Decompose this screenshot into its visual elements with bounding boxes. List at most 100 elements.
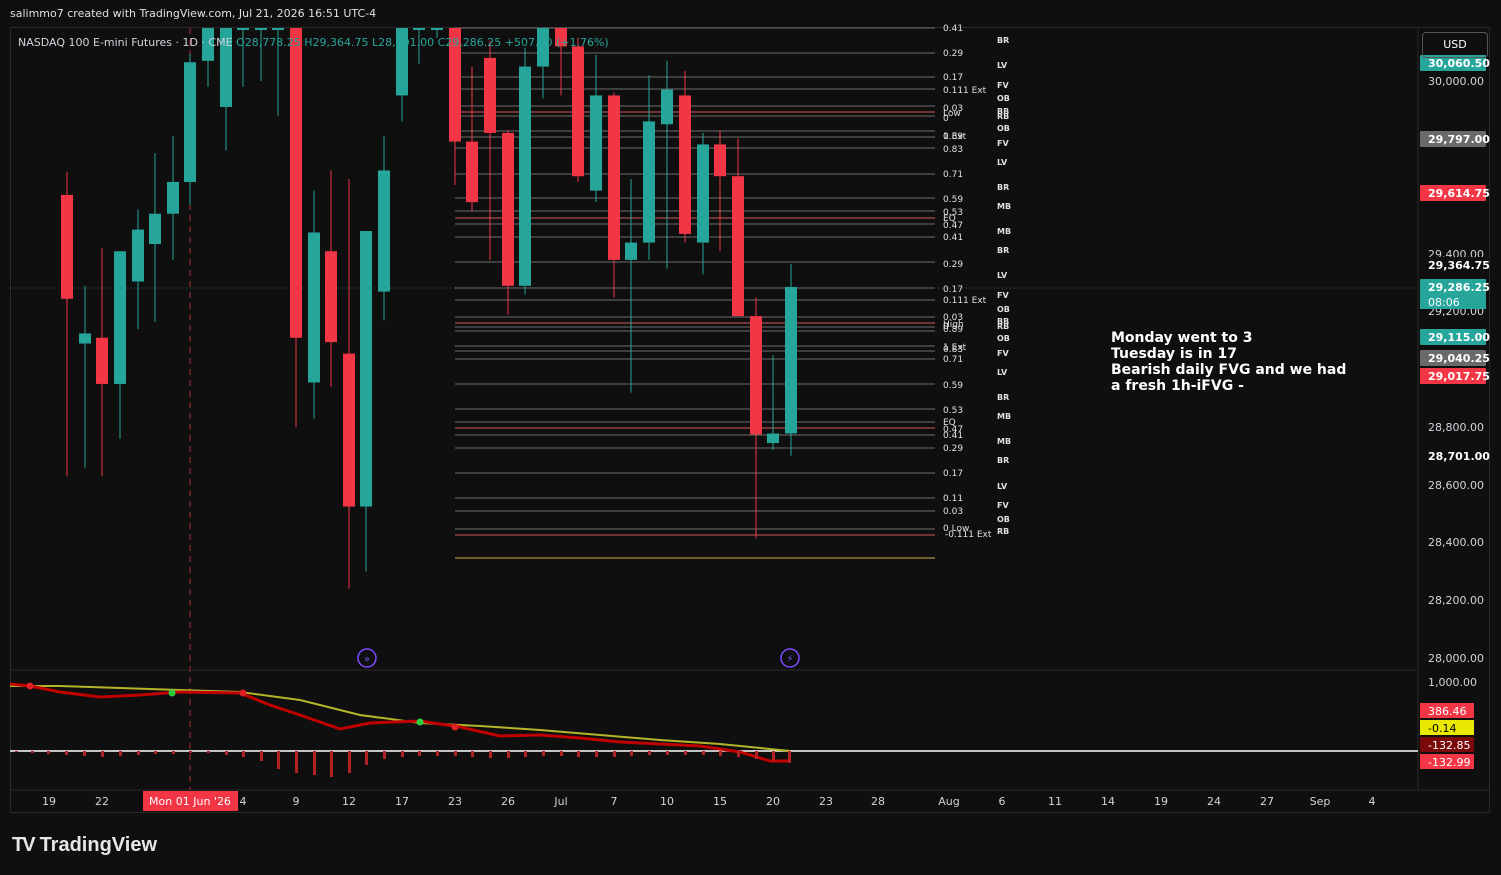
indicator-histogram-bar [418,751,421,756]
time-axis-tick: 23 [819,795,833,808]
fib-label: 0.17 [943,285,963,295]
indicator-histogram-bar [295,751,298,773]
fib-label: 0.47 [943,221,963,231]
currency-button[interactable]: USD [1422,32,1488,58]
fib-label: 0.11 [943,494,963,504]
indicator-signal-dot [416,718,424,726]
close-value: C29,286.25 [437,36,502,49]
candle-body [502,132,514,286]
note-line: Bearish daily FVG and we had [1111,362,1347,378]
indicator-histogram-bar [383,751,386,759]
indicator-value-label: -132.85 [1428,739,1470,752]
countdown-label: 08:06 [1428,296,1460,309]
candle-body [697,144,709,243]
fib-label: 0.41 [943,431,963,441]
time-axis-tick: 12 [342,795,356,808]
indicator-histogram-bar [401,751,404,757]
candle-body [431,28,443,30]
time-axis-tick: 4 [1369,795,1376,808]
note-line: Tuesday is in 17 [1111,346,1237,362]
candle-body [308,232,320,383]
candle-body [61,194,73,299]
candle-body [343,353,355,507]
indicator-histogram-bar [47,751,50,754]
candle-body [360,231,372,507]
indicator-histogram-bar [242,751,245,757]
time-axis-tick: 7 [611,795,618,808]
fib-label: 0.29 [943,49,963,59]
candle-body [750,316,762,435]
candle-body [325,251,337,343]
candle-body [96,337,108,384]
price-label: 30,060.50 [1428,57,1490,70]
price-label: 29,040.25 [1428,352,1490,365]
zone-label: LV [997,271,1008,280]
candle-body [590,95,602,191]
zone-label: FV [997,81,1009,90]
indicator-value-label: -132.99 [1428,756,1470,769]
indicator-histogram-bar [101,751,104,757]
candle-body [608,95,620,260]
time-axis-tick: 14 [1101,795,1115,808]
symbol-legend: NASDAQ 100 E-mini Futures · 1D · CME O28… [18,36,609,49]
zone-label: OB [997,334,1010,343]
time-axis-tick: 19 [1154,795,1168,808]
lightning-icon-glyph: ⚡ [786,654,793,665]
candle-body [413,28,425,30]
fib-label: 0.83 [943,145,963,155]
candle-body [714,144,726,177]
price-axis-tick: 28,000.00 [1428,652,1484,665]
time-axis-tick: 27 [1260,795,1274,808]
candle-body [661,89,673,125]
candle-body [785,286,797,434]
time-axis-tick: 19 [42,795,56,808]
fib-label: 0.29 [943,444,963,454]
fib-label: 0.17 [943,469,963,479]
fib-label: 0.29 [943,260,963,270]
time-axis-tick: 22 [95,795,109,808]
candle-body [184,62,196,182]
price-label: 29,364.75 [1428,259,1490,272]
symbol-name: NASDAQ 100 E-mini Futures · 1D · CME [18,36,233,49]
price-axis-tick: 30,000.00 [1428,75,1484,88]
indicator-signal-dot [239,689,247,697]
indicator-histogram-bar [15,751,18,752]
low-value: L28,701.00 [371,36,435,49]
fib-label: 0.41 [943,24,963,34]
price-axis-tick: 28,400.00 [1428,536,1484,549]
candle-body [767,433,779,444]
time-axis-tick: 10 [660,795,674,808]
indicator-histogram-bar [542,751,545,756]
candle-body [79,333,91,344]
candle-body [132,229,144,282]
indicator-histogram-bar [365,751,368,765]
indicator-histogram-bar [330,751,333,777]
indicator-histogram-bar [595,751,598,757]
indicator-histogram-bar [560,751,563,756]
note-line: a fresh 1h-iFVG - [1111,378,1244,394]
fib-label: 0.71 [943,355,963,365]
candle-body [519,66,531,286]
zone-label: BR [997,183,1009,192]
indicator-histogram-bar [436,751,439,756]
fib-label: 0.89 [943,325,963,335]
time-axis-tick: 11 [1048,795,1062,808]
price-axis-tick: 28,600.00 [1428,479,1484,492]
indicator-signal-dot [168,689,176,697]
zone-label: RB [997,322,1009,331]
time-axis-tick: 9 [293,795,300,808]
tradingview-logo-text: TradingView [39,834,158,856]
high-value: H29,364.75 [304,36,369,49]
zone-label: MB [997,227,1011,236]
chart-canvas[interactable]: 0.410.290.170.111 Ext0.03Low00.891 Ext0.… [0,0,1501,875]
candle-body [625,242,637,260]
candle-body [378,170,390,292]
indicator-histogram-bar [684,751,687,755]
indicator-histogram-bar [755,751,758,759]
candle-body [679,95,691,234]
indicator-histogram-bar [737,751,740,757]
fib-label: 0.17 [943,73,963,83]
zone-label: RB [997,527,1009,536]
fib-label: 0.03 [943,507,963,517]
tradingview-logo[interactable]: TV TradingView [12,834,157,857]
